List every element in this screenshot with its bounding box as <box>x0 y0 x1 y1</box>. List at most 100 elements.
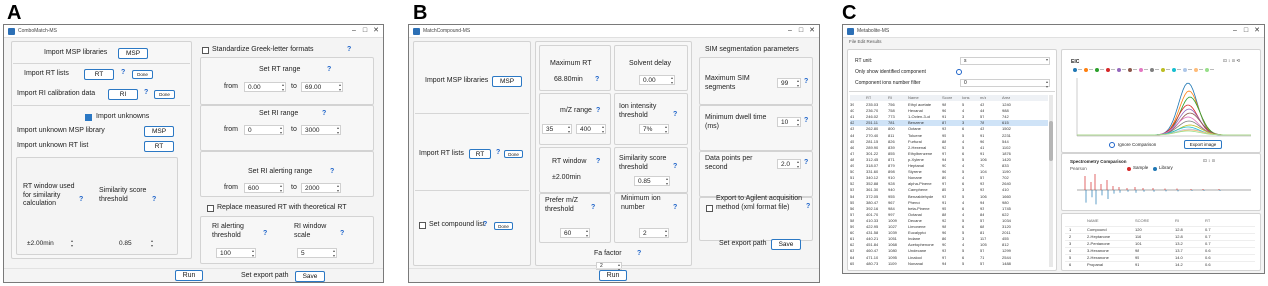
rt-done-button[interactable]: Done <box>132 70 153 79</box>
only-show-toggle[interactable] <box>956 69 962 75</box>
ria-from-spinbox[interactable]: 600 ▴ ▾ <box>244 183 284 193</box>
rt-to-spinbox[interactable]: 69.00 ▴ ▾ <box>301 82 343 92</box>
table-row[interactable]: 52 352.88 928 alpha-Pinene 97 6 93 2640 <box>850 181 1048 187</box>
compound-done-button[interactable]: Done <box>494 222 513 230</box>
export-image-button[interactable]: Export image <box>1184 140 1222 149</box>
menu-bar[interactable]: File Edit Results <box>849 39 882 44</box>
table-row[interactable]: 44 270.40 811 Toluene 95 5 91 2231 <box>850 133 1048 139</box>
ri-button[interactable]: RI <box>108 89 138 100</box>
help-icon[interactable]: ? <box>263 230 267 237</box>
spec-toolbar-icons[interactable]: ⊡ ↕ ⊙ <box>1203 158 1215 164</box>
maximize-icon[interactable]: □ <box>360 26 370 36</box>
data-points-spinbox[interactable]: 2.0 ▴ ▾ <box>777 159 801 169</box>
compound-list-checkbox[interactable] <box>419 222 426 229</box>
table-row[interactable]: 3 2-Pentanone 101 13.2 0.7 <box>1065 240 1255 246</box>
help-icon[interactable]: ? <box>144 89 148 96</box>
table-row[interactable]: 1 Compound 120 12.8 0.7 <box>1065 226 1255 232</box>
prefer-mz-spinbox[interactable]: 60 ▴ ▾ <box>560 228 590 238</box>
minimize-icon[interactable]: – <box>1230 26 1240 36</box>
rt-button[interactable]: RT <box>469 149 491 159</box>
help-icon[interactable]: ? <box>804 78 808 85</box>
ignore-comparison-radio[interactable] <box>1109 142 1115 148</box>
help-icon[interactable]: ? <box>804 117 808 124</box>
help-icon[interactable]: ? <box>591 204 595 211</box>
mz-from-spinbox[interactable]: 35 ▴ ▾ <box>542 124 572 134</box>
help-icon[interactable]: ? <box>673 111 677 118</box>
table-row[interactable]: 57 401.70 997 Octanal 88 4 84 622 <box>850 212 1048 218</box>
table-row[interactable]: 51 340.12 910 Nonane 89 4 57 702 <box>850 175 1048 181</box>
help-icon[interactable]: ? <box>496 149 500 156</box>
greek-checkbox[interactable] <box>202 47 209 54</box>
table-row[interactable]: 46 289.90 839 2-Hexenal 92 5 41 1102 <box>850 145 1048 151</box>
unknown-rt-button[interactable]: RT <box>144 141 174 152</box>
save-button[interactable]: Save <box>771 239 801 250</box>
ri-to-spinbox[interactable]: 3000 ▴ ▾ <box>301 125 341 135</box>
table-row[interactable]: 2 2-Heptanone 116 12.8 0.7 <box>1065 233 1255 239</box>
table-row[interactable]: 43 262.80 800 Octane 93 6 43 1502 <box>850 126 1048 132</box>
help-icon[interactable]: ? <box>121 69 125 76</box>
rt-done-button[interactable]: Done <box>504 150 523 158</box>
table-row[interactable]: 49 318.07 879 Heptanal 90 4 70 833 <box>850 163 1048 169</box>
help-icon[interactable]: ? <box>327 66 331 73</box>
table-row[interactable]: 60 431.58 1039 Eucalyptol 96 5 81 2011 <box>850 230 1048 236</box>
run-button-b[interactable]: Run <box>599 270 627 281</box>
save-button[interactable]: Save <box>295 271 325 282</box>
table-row[interactable]: 40 236.70 758 Hexanal 96 4 44 988 <box>850 108 1048 114</box>
run-button-a[interactable]: Run <box>175 270 203 281</box>
help-icon[interactable]: ? <box>637 250 641 257</box>
table-row[interactable]: 4 3-Hexanone 98 13.7 0.6 <box>1065 247 1255 253</box>
help-icon[interactable]: ? <box>330 168 334 175</box>
help-icon[interactable]: ? <box>804 159 808 166</box>
replace-rt-checkbox[interactable] <box>207 205 214 212</box>
table-row[interactable]: 47 301.22 855 Ethylbenzene 97 6 91 1876 <box>850 151 1048 157</box>
component-ion-spinbox[interactable]: 0 ▴ ▾ <box>960 79 1050 88</box>
ri-window-scale-spinbox[interactable]: 5 ▴ ▾ <box>297 248 337 258</box>
min-dwell-spinbox[interactable]: 10 ▴ ▾ <box>777 117 801 127</box>
similarity-spinbox[interactable]: 0.85 ▴ ▾ <box>634 176 670 186</box>
ri-alert-threshold-spinbox[interactable]: 100 ▴ ▾ <box>216 248 256 258</box>
table-row[interactable]: 65 480.73 1109 Nonanal 94 5 57 1488 <box>850 261 1048 267</box>
table-row[interactable]: 59 422.95 1027 Limonene 98 6 68 3120 <box>850 224 1048 230</box>
help-icon[interactable]: ? <box>347 46 351 53</box>
table-row[interactable]: 54 372.05 955 Benzaldehyde 93 5 106 1660 <box>850 194 1048 200</box>
table-row[interactable]: 39 235.03 756 Ethyl acetate 98 5 43 1240 <box>850 102 1048 108</box>
table-row[interactable]: 6 Propanal 91 14.2 0.6 <box>1065 261 1255 267</box>
help-icon[interactable]: ? <box>322 110 326 117</box>
table-row[interactable]: 63 460.47 1080 Undecane 93 5 57 1299 <box>850 248 1048 254</box>
close-icon[interactable]: ✕ <box>1252 26 1262 36</box>
help-icon[interactable]: ? <box>340 230 344 237</box>
similarity-spinbox[interactable]: 0.85 ▴ ▾ <box>116 238 154 248</box>
maximize-icon[interactable]: □ <box>1241 26 1251 36</box>
unknown-msp-button[interactable]: MSP <box>144 126 174 137</box>
plot-toolbar-icons[interactable]: ⊡ ↕ ⊙ ⟲ <box>1223 58 1240 64</box>
table-row[interactable]: 42 251.11 781 Benzene 87 3 78 615 <box>850 120 1048 127</box>
table-row[interactable]: 45 281.15 826 Furfural 88 4 96 544 <box>850 139 1048 145</box>
mz-to-spinbox[interactable]: 400 ▴ ▾ <box>576 124 606 134</box>
help-icon[interactable]: ? <box>673 204 677 211</box>
table-row[interactable]: 48 312.45 871 p-Xylene 94 5 106 1420 <box>850 157 1048 163</box>
ion-intensity-spinbox[interactable]: 7% ▴ ▾ <box>639 124 669 134</box>
table-row[interactable]: 56 392.16 984 beta-Pinene 95 6 93 1745 <box>850 206 1048 212</box>
table-row[interactable]: 58 410.33 1009 Decane 92 5 57 1034 <box>850 218 1048 224</box>
help-icon[interactable]: ? <box>595 76 599 83</box>
close-icon[interactable]: ✕ <box>807 26 817 36</box>
msp-button[interactable]: MSP <box>492 76 522 87</box>
table-row[interactable]: 50 331.60 898 Styrene 96 5 104 1190 <box>850 169 1048 175</box>
table-row[interactable]: 64 471.10 1095 Linalool 97 6 71 2544 <box>850 255 1048 261</box>
import-unknowns-checkbox[interactable] <box>85 114 92 121</box>
rt-unit-select[interactable]: s ▾ <box>960 57 1050 65</box>
table-row[interactable]: 41 246.02 773 1-Octen-3-ol 91 3 57 742 <box>850 114 1048 120</box>
help-icon[interactable]: ? <box>152 196 156 203</box>
rt-window-spinbox[interactable]: ±2.00min ▴ ▾ <box>24 238 74 248</box>
help-icon[interactable]: ? <box>596 158 600 165</box>
table-row[interactable]: 55 380.47 967 Phenol 91 4 94 980 <box>850 200 1048 206</box>
help-icon[interactable]: ? <box>806 203 810 210</box>
ri-done-button[interactable]: Done <box>154 90 175 99</box>
table-row[interactable]: 61 440.21 1051 Indane 86 3 117 455 <box>850 236 1048 242</box>
minimize-icon[interactable]: – <box>349 26 359 36</box>
export-agilent-checkbox[interactable] <box>706 205 713 212</box>
ria-to-spinbox[interactable]: 2000 ▴ ▾ <box>301 183 341 193</box>
help-icon[interactable]: ? <box>483 221 487 228</box>
scrollbar-thumb[interactable] <box>1049 121 1053 161</box>
table-row[interactable]: 53 361.30 940 Camphene 85 3 93 410 <box>850 187 1048 193</box>
